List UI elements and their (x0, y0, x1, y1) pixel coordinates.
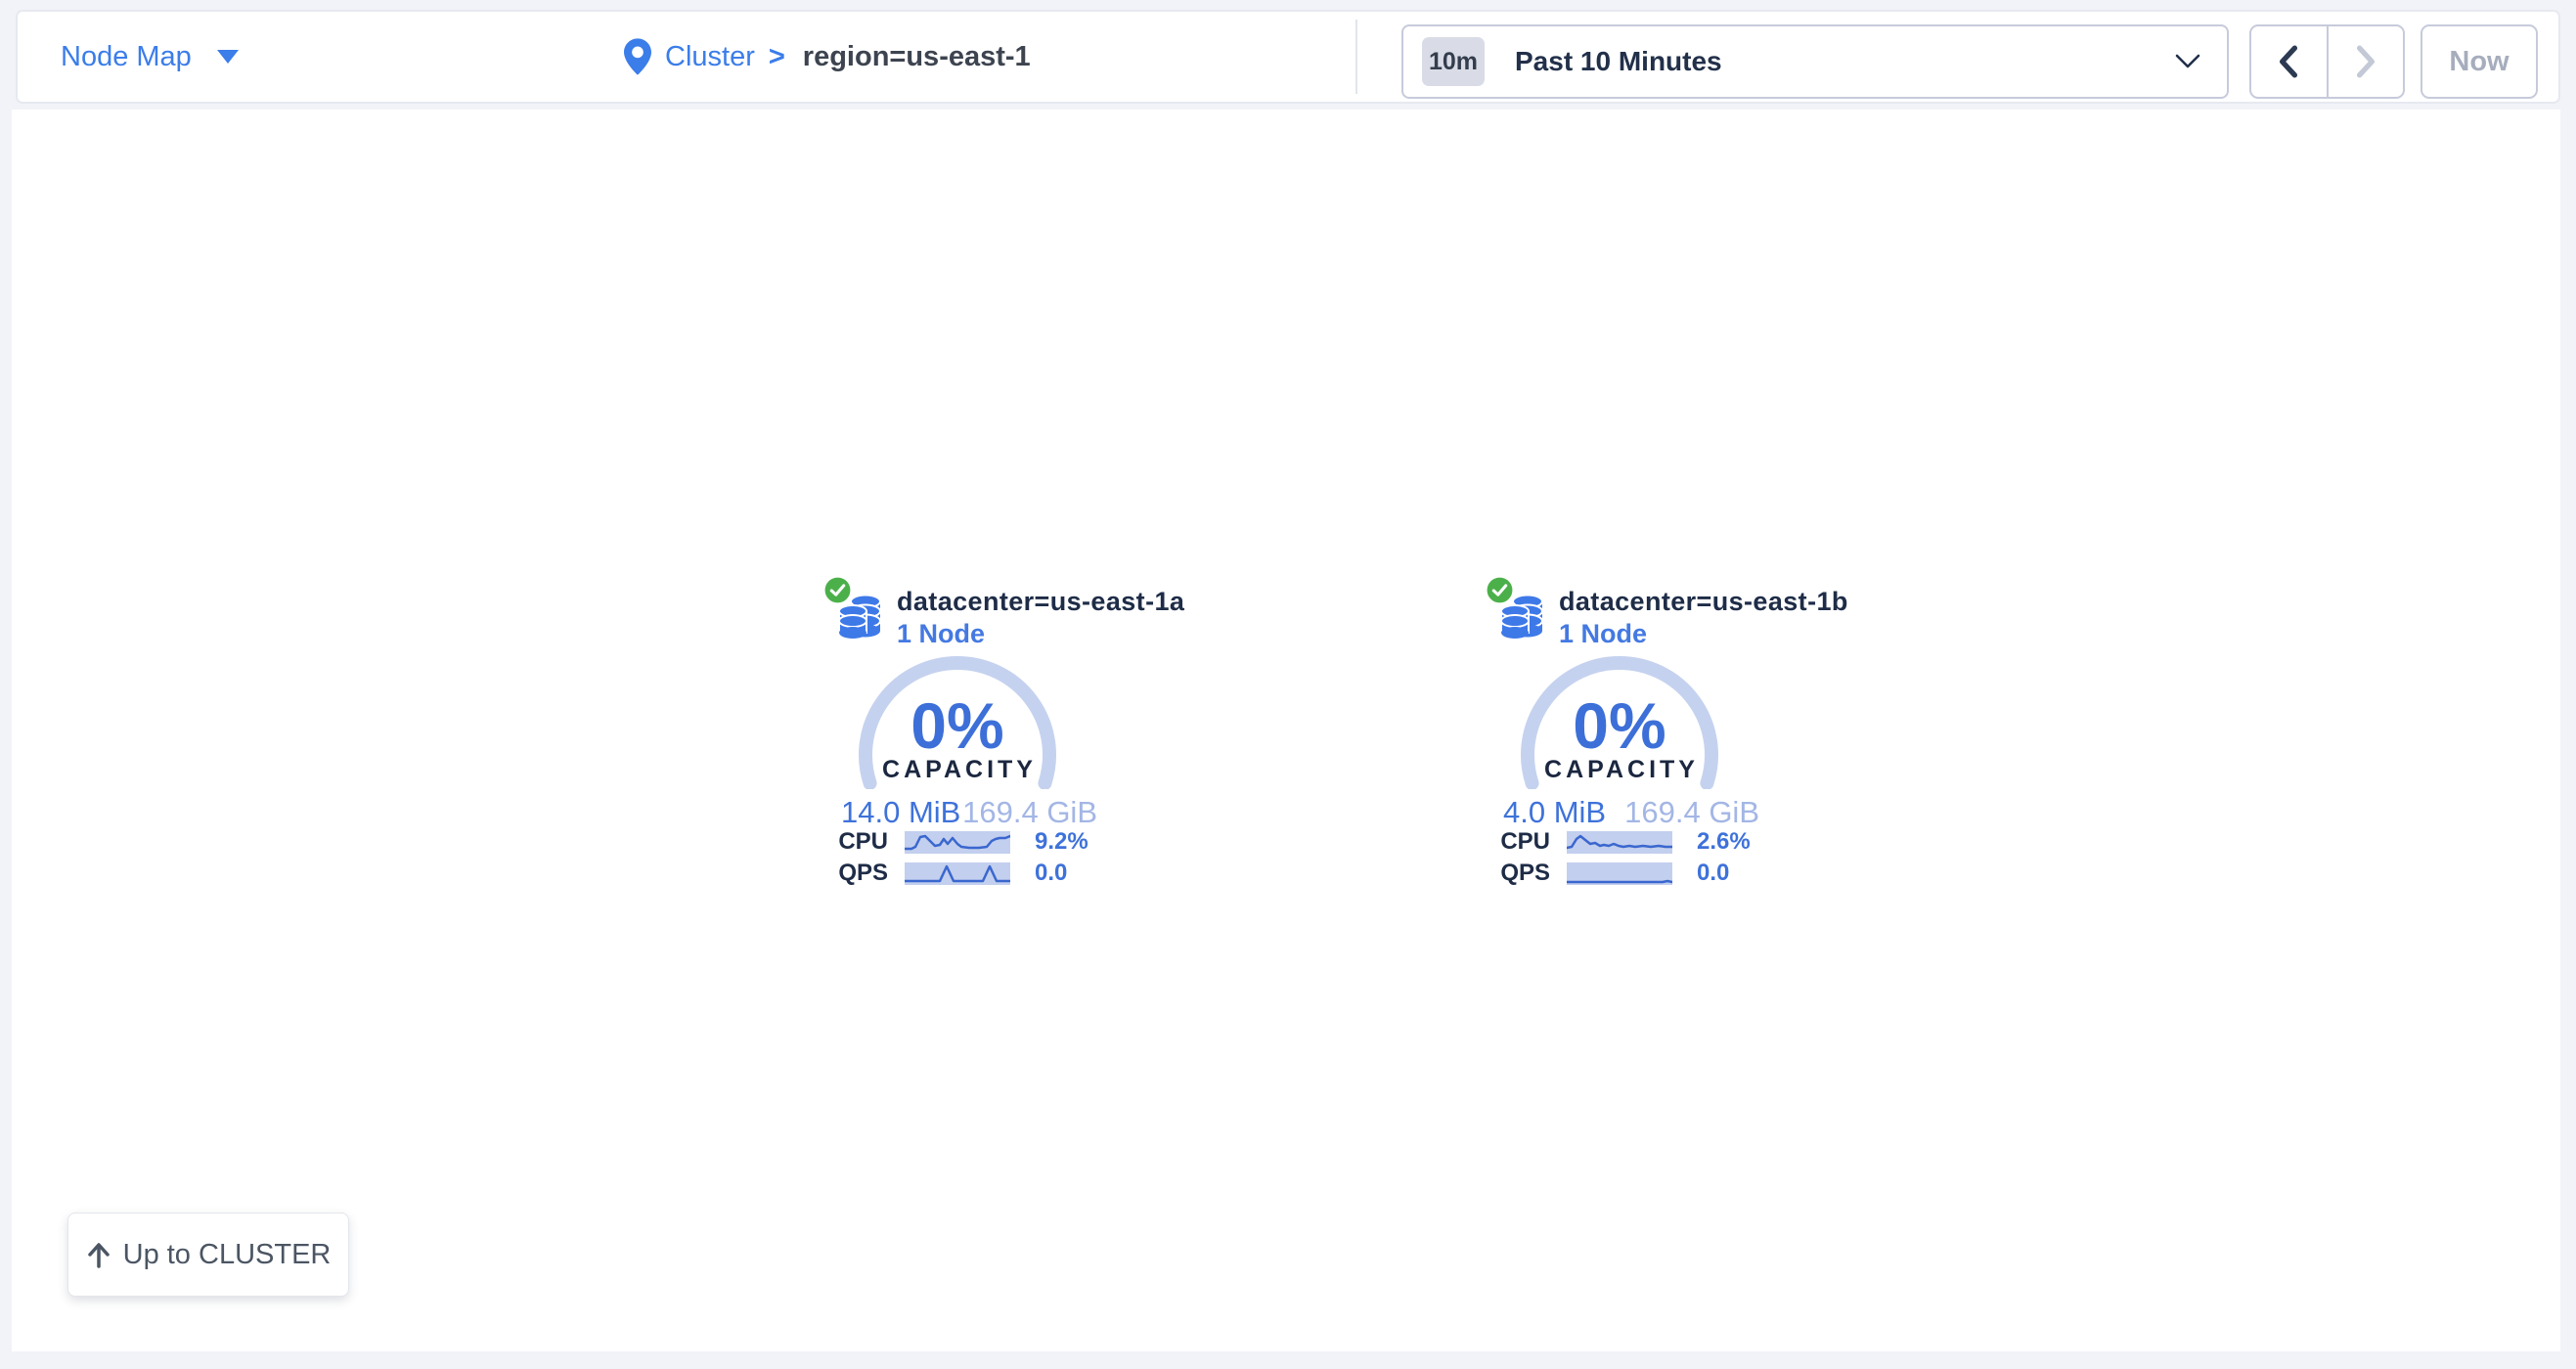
qps-value: 0.0 (1035, 860, 1067, 887)
capacity-total: 169.4 GiB (1624, 795, 1759, 830)
view-switcher[interactable]: Node Map (61, 12, 239, 102)
database-stack-icon (838, 595, 881, 644)
capacity-caption: CAPACITY (1544, 756, 1699, 783)
cpu-label: CPU (1484, 828, 1550, 856)
capacity-total: 169.4 GiB (962, 795, 1097, 830)
qps-label: QPS (1484, 860, 1550, 887)
capacity-percent: 0% (1573, 689, 1666, 762)
arrow-up-icon (86, 1241, 111, 1268)
topbar-divider (1355, 20, 1357, 94)
view-switcher-label: Node Map (61, 41, 192, 73)
capacity-used: 14.0 MiB (841, 795, 960, 830)
breadcrumb-separator: > (769, 41, 785, 73)
time-next-button[interactable] (2329, 26, 2404, 97)
breadcrumb-cluster-link[interactable]: Cluster (665, 41, 755, 73)
chevron-left-icon (2278, 45, 2299, 78)
location-pin-icon (624, 38, 651, 75)
capacity-caption: CAPACITY (882, 756, 1037, 783)
cpu-sparkline (905, 831, 1010, 854)
cpu-value: 2.6% (1697, 828, 1751, 856)
qps-metric-row: QPS 0.0 (822, 861, 1115, 885)
qps-sparkline (1567, 862, 1672, 885)
capacity-values-row: 4.0 MiB 169.4 GiB (1503, 795, 1759, 830)
up-to-cluster-label: Up to CLUSTER (123, 1239, 332, 1271)
breadcrumb-current: region=us-east-1 (803, 41, 1031, 73)
time-nav-arrows (2249, 24, 2405, 99)
datacenter-node-count: 1 Node (897, 619, 985, 649)
datacenter-title: datacenter=us-east-1a (897, 587, 1184, 617)
database-stack-icon (1500, 595, 1543, 644)
chevron-down-icon (2175, 54, 2200, 69)
chevron-right-icon (2355, 45, 2376, 78)
capacity-gauge: 0% CAPACITY (1517, 652, 1722, 789)
time-window-select[interactable]: 10m Past 10 Minutes (1401, 24, 2229, 99)
datacenter-node-count: 1 Node (1559, 619, 1647, 649)
cpu-metric-row: CPU 2.6% (1484, 830, 1777, 854)
chevron-down-icon (217, 50, 239, 64)
time-prev-button[interactable] (2251, 26, 2329, 97)
cpu-label: CPU (822, 828, 888, 856)
now-button[interactable]: Now (2421, 24, 2538, 99)
qps-sparkline (905, 862, 1010, 885)
up-to-cluster-button[interactable]: Up to CLUSTER (67, 1213, 349, 1297)
node-map-canvas: datacenter=us-east-1a 1 Node 0% CAPACITY… (12, 110, 2560, 1351)
cpu-metric-row: CPU 9.2% (822, 830, 1115, 854)
capacity-percent: 0% (910, 689, 1003, 762)
qps-label: QPS (822, 860, 888, 887)
time-window-label: Past 10 Minutes (1515, 46, 1722, 77)
breadcrumb: Cluster > region=us-east-1 (624, 12, 1031, 102)
capacity-used: 4.0 MiB (1503, 795, 1606, 830)
capacity-values-row: 14.0 MiB 169.4 GiB (841, 795, 1097, 830)
qps-value: 0.0 (1697, 860, 1729, 887)
datacenter-group-us-east-1b[interactable]: datacenter=us-east-1b 1 Node 0% CAPACITY… (1484, 572, 1777, 905)
time-window-badge: 10m (1422, 37, 1485, 86)
capacity-gauge: 0% CAPACITY (855, 652, 1060, 789)
datacenter-group-us-east-1a[interactable]: datacenter=us-east-1a 1 Node 0% CAPACITY… (822, 572, 1115, 905)
top-bar: Node Map Cluster > region=us-east-1 10m … (16, 10, 2560, 104)
datacenter-title: datacenter=us-east-1b (1559, 587, 1848, 617)
qps-metric-row: QPS 0.0 (1484, 861, 1777, 885)
cpu-value: 9.2% (1035, 828, 1088, 856)
cpu-sparkline (1567, 831, 1672, 854)
